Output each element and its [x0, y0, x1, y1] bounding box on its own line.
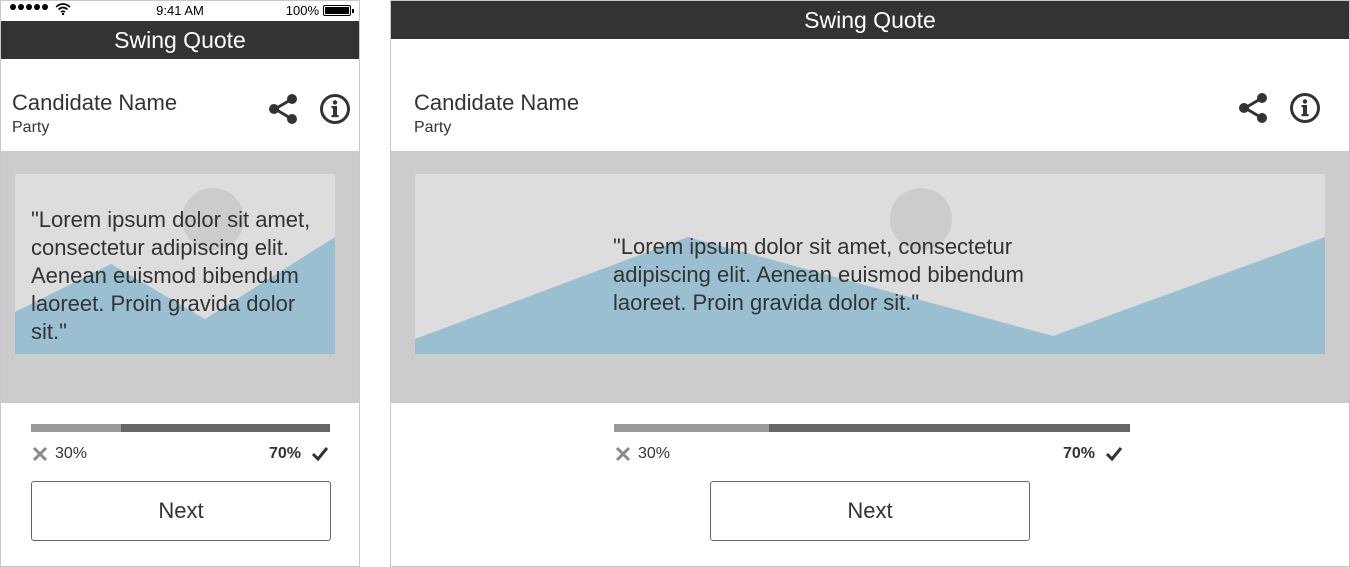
- vote-progress-fill: [31, 424, 121, 432]
- x-icon: [32, 446, 48, 462]
- share-icon: [1239, 93, 1267, 123]
- mobile-view: 9:41 AM 100% Swing Quote Candidate Name …: [0, 0, 360, 567]
- app-title: Swing Quote: [391, 1, 1349, 39]
- candidate-party: Party: [12, 119, 50, 136]
- share-button[interactable]: [267, 93, 299, 125]
- yes-stat: 70%: [269, 444, 329, 464]
- yes-percent: 70%: [268, 445, 301, 462]
- app-title: Swing Quote: [1, 21, 359, 59]
- info-icon: [320, 94, 350, 124]
- info-button[interactable]: [1289, 92, 1321, 124]
- battery-icon: [323, 5, 354, 16]
- desktop-view: Swing Quote Candidate Name Party "Lorem …: [390, 0, 1350, 567]
- share-icon: [269, 94, 297, 124]
- candidate-name: Candidate Name: [12, 90, 178, 115]
- info-button[interactable]: [319, 93, 351, 125]
- no-stat: 30%: [31, 444, 87, 464]
- info-icon: [1290, 93, 1320, 123]
- quote-text: "Lorem ipsum dolor sit amet, consectetur…: [31, 207, 311, 344]
- share-button[interactable]: [1237, 92, 1269, 124]
- check-icon: [1105, 447, 1123, 462]
- vote-progress-bar: [614, 424, 1130, 432]
- status-bar: 9:41 AM 100%: [1, 1, 359, 21]
- next-button[interactable]: Next: [31, 481, 331, 541]
- no-percent: 30%: [55, 445, 88, 462]
- battery-percent: 100%: [285, 3, 319, 18]
- next-button[interactable]: Next: [710, 481, 1030, 541]
- no-stat: 30%: [614, 444, 670, 464]
- vote-progress-bar: [31, 424, 330, 432]
- candidate-party: Party: [414, 119, 452, 136]
- yes-percent: 70%: [1063, 445, 1096, 462]
- x-icon: [615, 446, 631, 462]
- quote-text: "Lorem ipsum dolor sit amet, consectetur…: [613, 234, 1024, 315]
- check-icon: [311, 447, 329, 462]
- yes-stat: 70%: [1063, 444, 1123, 464]
- vote-progress-fill: [614, 424, 769, 432]
- candidate-name: Candidate Name: [414, 90, 580, 115]
- no-percent: 30%: [638, 445, 671, 462]
